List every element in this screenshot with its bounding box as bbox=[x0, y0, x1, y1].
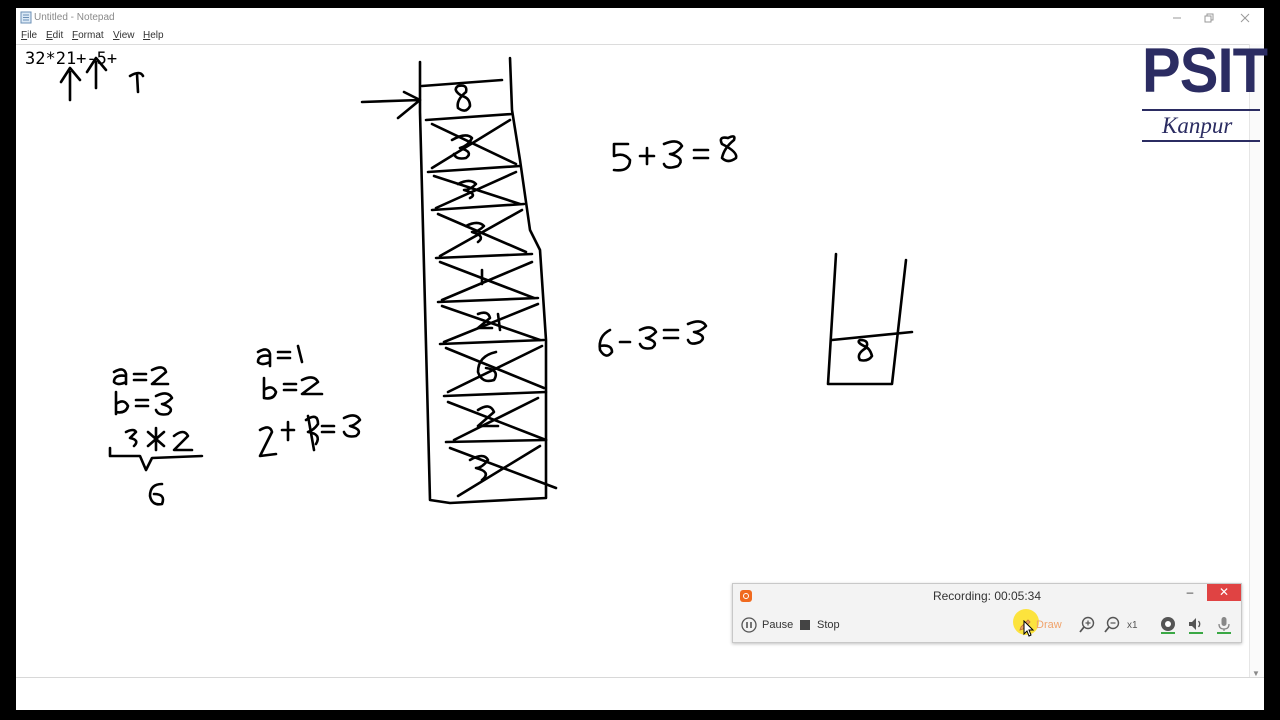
zoom-level: x1 bbox=[1127, 620, 1138, 631]
status-bar bbox=[16, 677, 1264, 710]
logo-subtitle: Kanpur bbox=[1162, 113, 1233, 138]
pause-icon bbox=[741, 617, 757, 633]
microphone-button[interactable] bbox=[1214, 615, 1234, 635]
recorder-minimize-button[interactable]: – bbox=[1179, 584, 1201, 602]
webcam-button[interactable] bbox=[1158, 615, 1178, 635]
editor-text: 32*21+-5+ bbox=[25, 49, 118, 69]
draw-label: Draw bbox=[1036, 619, 1062, 631]
notepad-icon bbox=[20, 11, 32, 24]
minimize-icon bbox=[1173, 17, 1181, 19]
title-bar: Untitled - Notepad bbox=[16, 8, 1264, 28]
zoom-in-icon bbox=[1079, 616, 1095, 633]
zoom-out-icon bbox=[1104, 616, 1120, 633]
menu-format[interactable]: Format bbox=[72, 30, 104, 41]
recorder-close-button[interactable]: ✕ bbox=[1207, 584, 1241, 601]
psit-logo: PSIT Kanpur bbox=[1140, 40, 1268, 146]
stop-icon bbox=[800, 620, 810, 630]
logo-divider bbox=[1142, 140, 1260, 142]
minimize-button[interactable] bbox=[1160, 8, 1194, 28]
stop-button[interactable]: Stop bbox=[799, 617, 840, 633]
microphone-icon bbox=[1217, 617, 1231, 634]
close-button[interactable] bbox=[1228, 8, 1262, 28]
menu-edit[interactable]: Edit bbox=[46, 30, 63, 41]
webcam-icon bbox=[1161, 617, 1175, 634]
window-title: Untitled - Notepad bbox=[34, 12, 115, 23]
mouse-cursor-icon bbox=[1023, 620, 1035, 637]
restore-icon bbox=[1204, 13, 1214, 23]
pause-label: Pause bbox=[762, 619, 794, 631]
menu-bar: File Edit Format View Help bbox=[16, 28, 1264, 44]
pause-button[interactable]: Pause bbox=[741, 617, 793, 633]
zoom-out-button[interactable] bbox=[1102, 615, 1122, 635]
recording-toolbar: Recording: 00:05:34 – ✕ Pause Stop Draw … bbox=[732, 583, 1242, 643]
speaker-button[interactable] bbox=[1186, 615, 1206, 635]
menu-view[interactable]: View bbox=[113, 30, 135, 41]
speaker-icon bbox=[1189, 618, 1203, 634]
logo-title: PSIT bbox=[1142, 36, 1268, 106]
zoom-in-button[interactable] bbox=[1077, 615, 1097, 635]
stop-label: Stop bbox=[817, 619, 840, 631]
menu-help[interactable]: Help bbox=[143, 30, 164, 41]
recording-status: Recording: 00:05:34 bbox=[932, 589, 1042, 603]
restore-button[interactable] bbox=[1192, 8, 1226, 28]
menu-file[interactable]: File bbox=[21, 30, 37, 41]
close-icon bbox=[1240, 13, 1250, 23]
logo-divider bbox=[1142, 109, 1260, 111]
